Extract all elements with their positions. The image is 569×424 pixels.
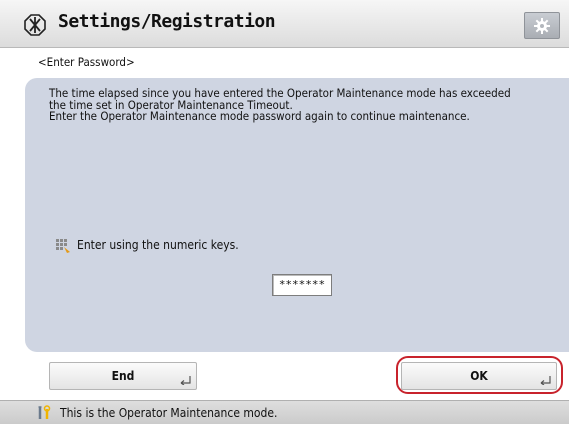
keypad-icon <box>56 239 70 253</box>
tools-icon <box>38 405 51 419</box>
ok-button[interactable]: OK <box>401 362 557 390</box>
password-field[interactable]: ******* <box>272 274 332 296</box>
hint-text: Enter using the numeric keys. <box>77 238 239 252</box>
page-title: Settings/Registration <box>58 11 276 32</box>
ok-button-label: OK <box>470 369 488 383</box>
settings-button[interactable] <box>524 12 560 39</box>
status-text: This is the Operator Maintenance mode. <box>60 406 278 420</box>
end-button-label: End <box>111 369 135 383</box>
gear-icon <box>534 18 550 34</box>
settings-registration-icon <box>24 14 46 36</box>
title-bar: Settings/Registration <box>0 0 569 48</box>
end-button[interactable]: End <box>49 362 197 390</box>
message-line: Enter the Operator Maintenance mode pass… <box>49 109 470 123</box>
corner-icon <box>180 376 191 385</box>
status-bar: This is the Operator Maintenance mode. <box>0 400 569 424</box>
timeout-message: The time elapsed since you have entered … <box>49 87 559 123</box>
page-subtitle: <Enter Password> <box>38 55 135 69</box>
corner-icon <box>540 376 551 385</box>
